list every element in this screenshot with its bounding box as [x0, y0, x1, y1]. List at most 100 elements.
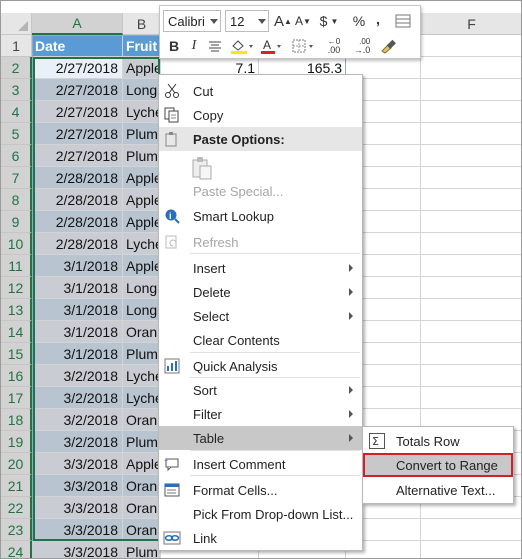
cell[interactable] — [421, 57, 521, 79]
row-header-12[interactable]: 12 — [1, 277, 32, 299]
fruit-cell[interactable]: Apple — [123, 167, 161, 189]
menu-item-insert[interactable]: Insert — [159, 256, 362, 280]
row-header-2[interactable]: 2 — [1, 57, 32, 79]
cell[interactable] — [421, 167, 521, 189]
column-header-f[interactable]: F — [421, 13, 521, 35]
menu-item-copy[interactable]: Copy — [159, 103, 362, 127]
italic-button[interactable]: I — [187, 36, 201, 56]
cell[interactable] — [421, 387, 521, 409]
cell[interactable] — [421, 211, 521, 233]
fruit-cell[interactable]: Apple — [123, 453, 161, 475]
menu-item-cut[interactable]: Cut — [159, 79, 362, 103]
fruit-cell[interactable]: Plum — [123, 431, 161, 453]
menu-item-insert-comment[interactable]: + Insert Comment — [159, 452, 362, 476]
date-cell[interactable]: 2/28/2018 — [32, 233, 123, 255]
increase-decimal-button[interactable]: ←0.00 — [322, 36, 346, 56]
cell[interactable] — [421, 541, 521, 558]
row-header-15[interactable]: 15 — [1, 343, 32, 365]
cell[interactable] — [421, 123, 521, 145]
fruit-cell[interactable]: Apple — [123, 57, 161, 79]
menu-item-pick-from-list[interactable]: Pick From Drop-down List... — [159, 502, 362, 526]
row-header-8[interactable]: 8 — [1, 189, 32, 211]
fruit-cell[interactable]: Lyche — [123, 365, 161, 387]
date-cell[interactable]: 3/2/2018 — [32, 409, 123, 431]
fruit-cell[interactable]: Long — [123, 79, 161, 101]
menu-item-sort[interactable]: Sort — [159, 378, 362, 402]
date-cell[interactable]: 3/1/2018 — [32, 321, 123, 343]
date-cell[interactable]: 3/1/2018 — [32, 343, 123, 365]
table-header-cell[interactable]: Date — [32, 35, 123, 57]
fruit-cell[interactable]: Apple — [123, 189, 161, 211]
currency-format-button[interactable]: $ ▼ — [318, 11, 340, 31]
column-header-a[interactable]: A — [32, 13, 123, 35]
menu-item-smart-lookup[interactable]: i Smart Lookup — [159, 204, 362, 228]
row-header-4[interactable]: 4 — [1, 101, 32, 123]
date-cell[interactable]: 3/2/2018 — [32, 387, 123, 409]
date-cell[interactable]: 3/2/2018 — [32, 431, 123, 453]
menu-item-table[interactable]: Table — [159, 426, 362, 450]
row-header-3[interactable]: 3 — [1, 79, 32, 101]
menu-item-delete[interactable]: Delete — [159, 280, 362, 304]
clear-format-brush-icon[interactable] — [378, 36, 398, 56]
row-header-22[interactable]: 22 — [1, 497, 32, 519]
fruit-cell[interactable]: Apple — [123, 255, 161, 277]
column-header-b[interactable]: B — [123, 13, 161, 35]
fruit-cell[interactable]: Plum — [123, 541, 161, 558]
cell[interactable] — [421, 79, 521, 101]
font-name-box[interactable]: Calibri — [163, 10, 221, 32]
fruit-cell[interactable]: Oran — [123, 321, 161, 343]
select-all-corner[interactable] — [1, 13, 32, 35]
row-header-9[interactable]: 9 — [1, 211, 32, 233]
cell[interactable] — [421, 189, 521, 211]
row-header-21[interactable]: 21 — [1, 475, 32, 497]
date-cell[interactable]: 3/3/2018 — [32, 541, 123, 558]
cell[interactable] — [421, 233, 521, 255]
fruit-cell[interactable]: Lyche — [123, 387, 161, 409]
fruit-cell[interactable]: Lyche — [123, 233, 161, 255]
date-cell[interactable]: 3/1/2018 — [32, 277, 123, 299]
bold-button[interactable]: B — [166, 36, 182, 56]
date-cell[interactable]: 3/2/2018 — [32, 365, 123, 387]
menu-item-format-cells[interactable]: Format Cells... — [159, 478, 362, 502]
row-header-23[interactable]: 23 — [1, 519, 32, 541]
font-size-box[interactable]: 12 — [225, 10, 269, 32]
row-header-7[interactable]: 7 — [1, 167, 32, 189]
comma-style-button[interactable]: , — [371, 9, 385, 29]
fruit-cell[interactable]: Oran — [123, 497, 161, 519]
format-painter-table-icon[interactable] — [394, 11, 412, 31]
row-header-19[interactable]: 19 — [1, 431, 32, 453]
fruit-cell[interactable]: Long — [123, 277, 161, 299]
submenu-item-alternative-text[interactable]: Alternative Text... — [363, 478, 513, 502]
borders-icon[interactable] — [290, 36, 318, 56]
row-header-17[interactable]: 17 — [1, 387, 32, 409]
fruit-cell[interactable]: Plum — [123, 343, 161, 365]
percent-style-button[interactable]: % — [350, 11, 368, 31]
cell[interactable] — [421, 299, 521, 321]
cell[interactable] — [421, 343, 521, 365]
row-header-5[interactable]: 5 — [1, 123, 32, 145]
cell[interactable] — [421, 365, 521, 387]
table-header-cell[interactable]: Fruit — [123, 35, 161, 57]
row-header-11[interactable]: 11 — [1, 255, 32, 277]
row-header-24[interactable]: 24 — [1, 541, 32, 558]
menu-item-refresh[interactable]: Refresh — [159, 230, 362, 254]
menu-item-filter[interactable]: Filter — [159, 402, 362, 426]
cell[interactable] — [421, 145, 521, 167]
align-center-icon[interactable] — [207, 36, 223, 56]
row-header-6[interactable]: 6 — [1, 145, 32, 167]
row-header-18[interactable]: 18 — [1, 409, 32, 431]
date-cell[interactable]: 3/3/2018 — [32, 475, 123, 497]
row-header-14[interactable]: 14 — [1, 321, 32, 343]
date-cell[interactable]: 3/1/2018 — [32, 255, 123, 277]
date-cell[interactable]: 2/27/2018 — [32, 57, 123, 79]
date-cell[interactable]: 2/28/2018 — [32, 211, 123, 233]
cell[interactable] — [421, 255, 521, 277]
date-cell[interactable]: 2/27/2018 — [32, 79, 123, 101]
row-header-10[interactable]: 10 — [1, 233, 32, 255]
date-cell[interactable]: 2/28/2018 — [32, 167, 123, 189]
row-header-13[interactable]: 13 — [1, 299, 32, 321]
decrease-decimal-button[interactable]: .00 →.0 — [350, 36, 374, 56]
row-header-1[interactable]: 1 — [1, 35, 32, 57]
fill-color-icon[interactable] — [228, 36, 254, 56]
font-color-icon[interactable]: A — [258, 36, 284, 56]
